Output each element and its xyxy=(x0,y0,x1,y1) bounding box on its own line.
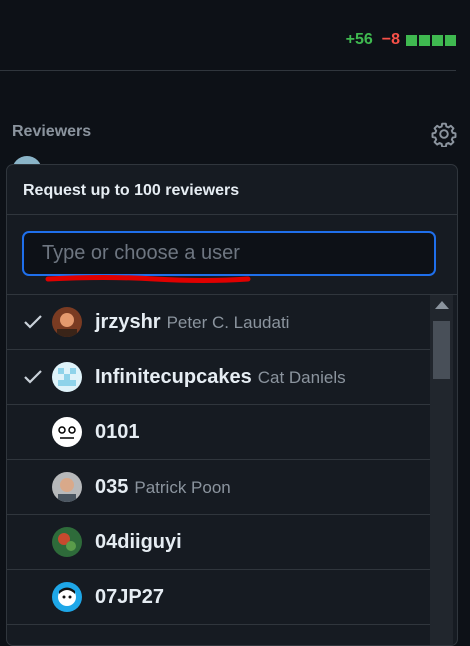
user-login: jrzyshr Peter C. Laudati xyxy=(95,311,290,333)
user-full-name: Patrick Poon xyxy=(134,478,231,497)
avatar xyxy=(52,307,82,337)
user-list: jrzyshr Peter C. Laudati Infinitecupcakes… xyxy=(7,295,430,625)
additions-count: +56 xyxy=(345,31,373,48)
scroll-up-arrow-icon[interactable] xyxy=(435,301,449,309)
diffstat-blocks xyxy=(406,34,456,46)
user-row[interactable]: 04diiguyi xyxy=(7,515,430,570)
reviewers-heading: Reviewers xyxy=(12,123,92,140)
user-login: Infinitecupcakes Cat Daniels xyxy=(95,366,346,388)
popover-title: Request up to 100 reviewers xyxy=(23,182,240,199)
user-full-name: Peter C. Laudati xyxy=(166,313,290,332)
user-login: 035 Patrick Poon xyxy=(95,476,231,498)
gear-icon[interactable] xyxy=(431,121,457,147)
diff-block xyxy=(419,34,430,46)
avatar xyxy=(52,417,82,447)
section-divider xyxy=(0,70,456,71)
scrollbar-thumb[interactable] xyxy=(433,321,450,379)
diff-block xyxy=(432,34,443,46)
user-login: 0101 xyxy=(95,421,140,443)
reviewers-popover: Request up to 100 reviewers jrzyshrPeter… xyxy=(6,164,458,646)
check-icon xyxy=(24,370,42,384)
avatar xyxy=(52,527,82,557)
user-search-input[interactable] xyxy=(22,231,436,276)
user-full-name: Cat Daniels xyxy=(257,368,346,387)
user-row[interactable]: 035 Patrick Poon xyxy=(7,460,430,515)
user-row[interactable]: Infinitecupcakes Cat Daniels xyxy=(7,350,430,405)
user-row[interactable]: jrzyshr Peter C. Laudati xyxy=(7,295,430,350)
user-login: 07JP27 xyxy=(95,586,164,608)
user-row[interactable]: 07JP27 xyxy=(7,570,430,625)
deletions-count: −8 xyxy=(381,31,400,48)
user-row[interactable]: 0101 xyxy=(7,405,430,460)
check-icon xyxy=(24,315,42,329)
avatar xyxy=(52,362,82,392)
diffstat: +56 −8 xyxy=(346,31,456,49)
divider xyxy=(7,214,457,215)
scrollbar[interactable] xyxy=(430,295,453,645)
user-login: 04diiguyi xyxy=(95,531,182,553)
diff-block xyxy=(406,34,417,46)
avatar xyxy=(52,472,82,502)
avatar xyxy=(52,582,82,612)
annotation-underline xyxy=(45,275,251,283)
diff-block xyxy=(445,34,456,46)
